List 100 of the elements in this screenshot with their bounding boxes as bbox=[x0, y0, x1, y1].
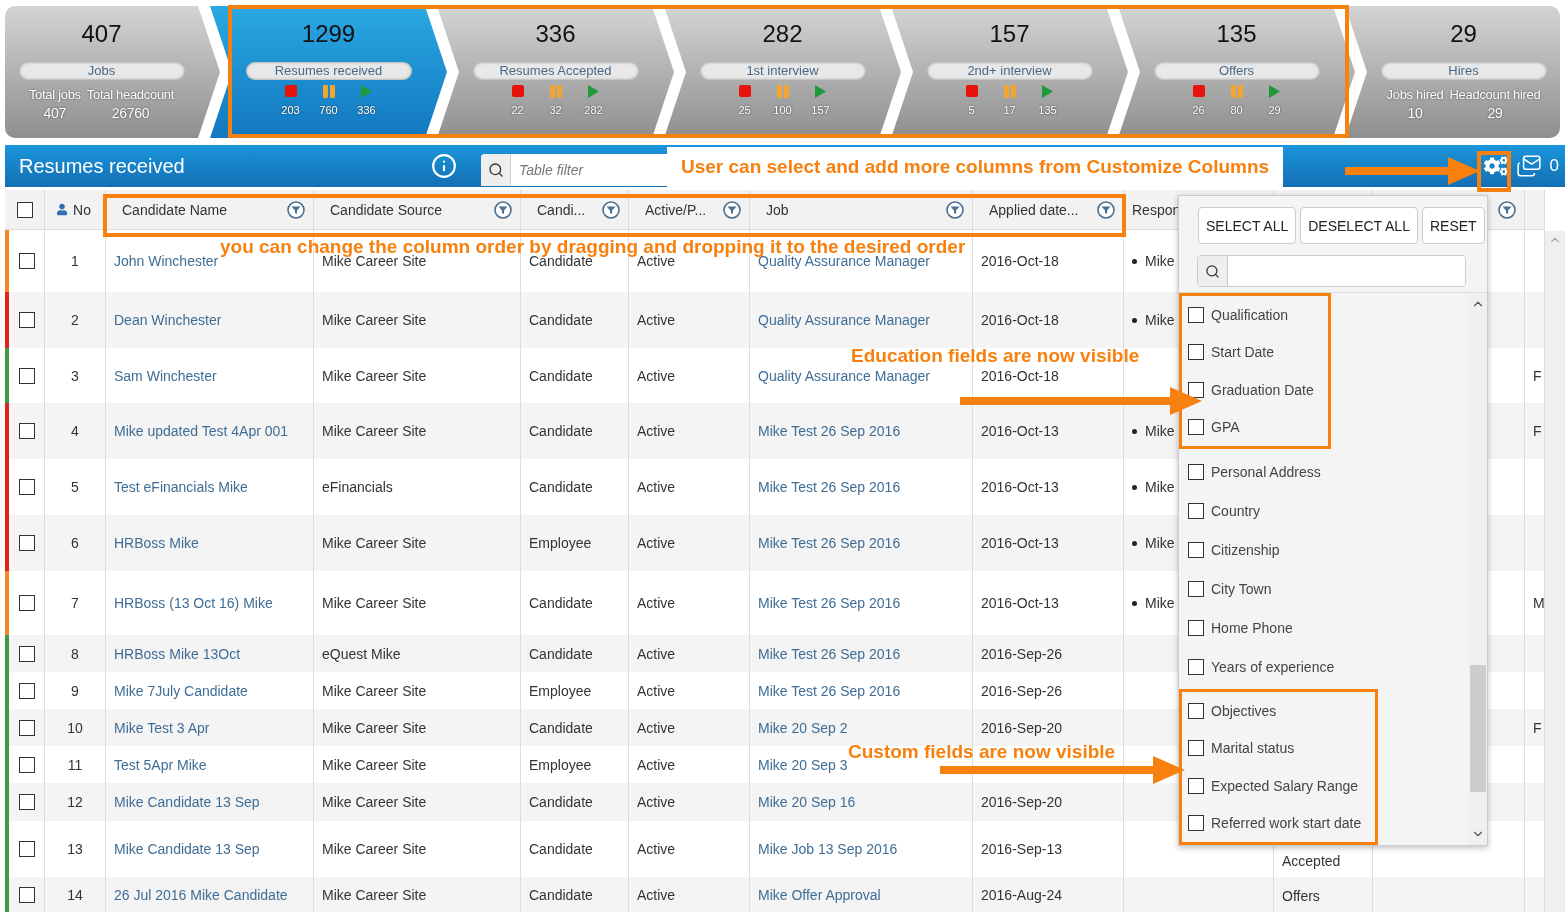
job-link[interactable]: Quality Assurance Manager bbox=[758, 367, 930, 384]
checkbox[interactable] bbox=[18, 253, 35, 269]
checkbox[interactable] bbox=[18, 719, 35, 736]
column-option[interactable]: Objectives bbox=[1211, 702, 1277, 719]
candidate-link[interactable]: Mike Candidate 13 Sep bbox=[114, 794, 260, 810]
checkbox[interactable] bbox=[18, 423, 35, 439]
column-header[interactable]: Candi... bbox=[537, 201, 586, 218]
scroll-thumb[interactable] bbox=[1470, 665, 1486, 792]
column-option[interactable]: Citizenship bbox=[1211, 541, 1280, 558]
candidate-link[interactable]: Mike updated Test 4Apr 001 bbox=[114, 423, 289, 439]
checkbox[interactable] bbox=[18, 312, 35, 328]
job-link[interactable]: Mike Test 26 Sep 2016 bbox=[758, 595, 901, 611]
candidate-link[interactable]: Test eFinancials Mike bbox=[114, 479, 248, 495]
checkbox[interactable] bbox=[1188, 463, 1204, 480]
candidate-link[interactable]: Mike 7July Candidate bbox=[114, 682, 248, 699]
checkbox[interactable] bbox=[1188, 381, 1204, 398]
job-link[interactable]: Mike 20 Sep 16 bbox=[758, 794, 856, 810]
column-option[interactable]: Years of experience bbox=[1211, 658, 1335, 675]
checkbox[interactable] bbox=[1188, 419, 1204, 436]
select-all-checkbox[interactable] bbox=[16, 201, 33, 218]
filter-icon[interactable] bbox=[946, 200, 964, 219]
pipeline-stage[interactable]: 407 Jobs Total jobs 407 Total headcount 26760 bbox=[5, 6, 220, 138]
column-option[interactable]: Start Date bbox=[1211, 344, 1275, 361]
job-link[interactable]: Mike 20 Sep 3 bbox=[758, 756, 848, 773]
scrollbar[interactable] bbox=[1545, 231, 1565, 912]
checkbox[interactable] bbox=[18, 794, 35, 810]
checkbox[interactable] bbox=[1188, 777, 1204, 794]
column-search-field[interactable] bbox=[1197, 255, 1466, 287]
filter-icon[interactable] bbox=[602, 200, 620, 219]
bullet-dot bbox=[1132, 428, 1137, 434]
checkbox[interactable] bbox=[1188, 502, 1204, 519]
job-link[interactable]: Quality Assurance Manager bbox=[758, 312, 930, 328]
candidate-link[interactable]: HRBoss Mike 13Oct bbox=[114, 645, 241, 662]
column-header[interactable]: Candidate Source bbox=[330, 201, 443, 218]
table-cell: Mike Career Site bbox=[322, 841, 427, 857]
picker-button[interactable]: RESET bbox=[1421, 207, 1485, 244]
column-header[interactable]: No bbox=[73, 201, 91, 218]
filter-icon[interactable] bbox=[723, 200, 741, 219]
column-option[interactable]: GPA bbox=[1211, 419, 1240, 436]
checkbox[interactable] bbox=[1188, 658, 1204, 675]
picker-button[interactable]: SELECT ALL bbox=[1198, 207, 1297, 244]
table-cell: Accepted bbox=[1282, 853, 1341, 869]
checkbox[interactable] bbox=[1188, 702, 1204, 719]
column-header[interactable]: Active/P... bbox=[645, 201, 707, 218]
checkbox[interactable] bbox=[1188, 344, 1204, 361]
column-option[interactable]: City Town bbox=[1211, 580, 1272, 597]
checkbox[interactable] bbox=[18, 535, 35, 551]
table-cell: Active bbox=[637, 886, 676, 903]
checkbox[interactable] bbox=[1188, 541, 1204, 558]
column-option[interactable]: Expected Salary Range bbox=[1211, 777, 1359, 794]
job-link[interactable]: Mike Test 26 Sep 2016 bbox=[758, 535, 901, 551]
checkbox[interactable] bbox=[18, 682, 35, 699]
job-link[interactable]: Mike Test 26 Sep 2016 bbox=[758, 423, 901, 439]
column-option[interactable]: Personal Address bbox=[1211, 463, 1321, 480]
settings-icon[interactable] bbox=[1483, 154, 1508, 178]
column-option[interactable]: Referred work start date bbox=[1211, 815, 1362, 832]
column-option[interactable]: Marital status bbox=[1211, 740, 1295, 757]
checkbox[interactable] bbox=[18, 367, 35, 384]
job-link[interactable]: Mike Test 26 Sep 2016 bbox=[758, 682, 901, 699]
checkbox[interactable] bbox=[18, 886, 35, 903]
candidate-link[interactable]: HRBoss Mike bbox=[114, 535, 199, 551]
scrollbar[interactable] bbox=[1469, 293, 1487, 845]
job-link[interactable]: Mike 20 Sep 2 bbox=[758, 719, 848, 736]
candidate-link[interactable]: John Winchester bbox=[114, 253, 219, 269]
candidate-link[interactable]: HRBoss (13 Oct 16) Mike bbox=[114, 595, 273, 611]
checkbox[interactable] bbox=[18, 595, 35, 611]
checkbox[interactable] bbox=[18, 645, 35, 662]
checkbox[interactable] bbox=[1188, 619, 1204, 636]
column-option[interactable]: Home Phone bbox=[1211, 619, 1293, 636]
column-option[interactable]: Country bbox=[1211, 502, 1261, 519]
column-header[interactable]: Applied date... bbox=[989, 201, 1079, 218]
filter-icon[interactable] bbox=[494, 200, 512, 219]
column-header[interactable]: Job bbox=[766, 201, 789, 218]
filter-icon[interactable] bbox=[1498, 200, 1516, 219]
candidate-link[interactable]: Sam Winchester bbox=[114, 367, 217, 384]
column-header[interactable]: Candidate Name bbox=[122, 201, 228, 218]
job-link[interactable]: Mike Job 13 Sep 2016 bbox=[758, 841, 898, 857]
candidate-link[interactable]: Mike Test 3 Apr bbox=[114, 719, 210, 736]
pipeline-stage[interactable]: 1299 Resumes received 203 760 336 bbox=[210, 6, 447, 138]
checkbox[interactable] bbox=[1188, 580, 1204, 597]
checkbox[interactable] bbox=[1188, 306, 1204, 323]
job-link[interactable]: Mike Test 26 Sep 2016 bbox=[758, 479, 901, 495]
job-link[interactable]: Mike Test 26 Sep 2016 bbox=[758, 645, 901, 662]
candidate-link[interactable]: 26 Jul 2016 Mike Candidate bbox=[114, 886, 288, 903]
checkbox[interactable] bbox=[1188, 740, 1204, 757]
candidate-link[interactable]: Dean Winchester bbox=[114, 312, 222, 328]
column-option[interactable]: Graduation Date bbox=[1211, 381, 1314, 398]
filter-icon[interactable] bbox=[287, 200, 305, 219]
candidate-link[interactable]: Test 5Apr Mike bbox=[114, 756, 207, 773]
checkbox[interactable] bbox=[1188, 815, 1204, 832]
candidate-link[interactable]: Mike Candidate 13 Sep bbox=[114, 841, 260, 857]
column-header[interactable]: Respon bbox=[1132, 201, 1181, 218]
checkbox[interactable] bbox=[18, 841, 35, 857]
checkbox[interactable] bbox=[18, 479, 35, 495]
filter-icon[interactable] bbox=[1097, 200, 1115, 219]
job-link[interactable]: Mike Offer Approval bbox=[758, 886, 881, 903]
checkbox[interactable] bbox=[18, 756, 35, 773]
picker-button[interactable]: DESELECT ALL bbox=[1300, 207, 1418, 244]
mail-icon[interactable] bbox=[1515, 153, 1542, 179]
column-option[interactable]: Qualification bbox=[1211, 306, 1289, 323]
